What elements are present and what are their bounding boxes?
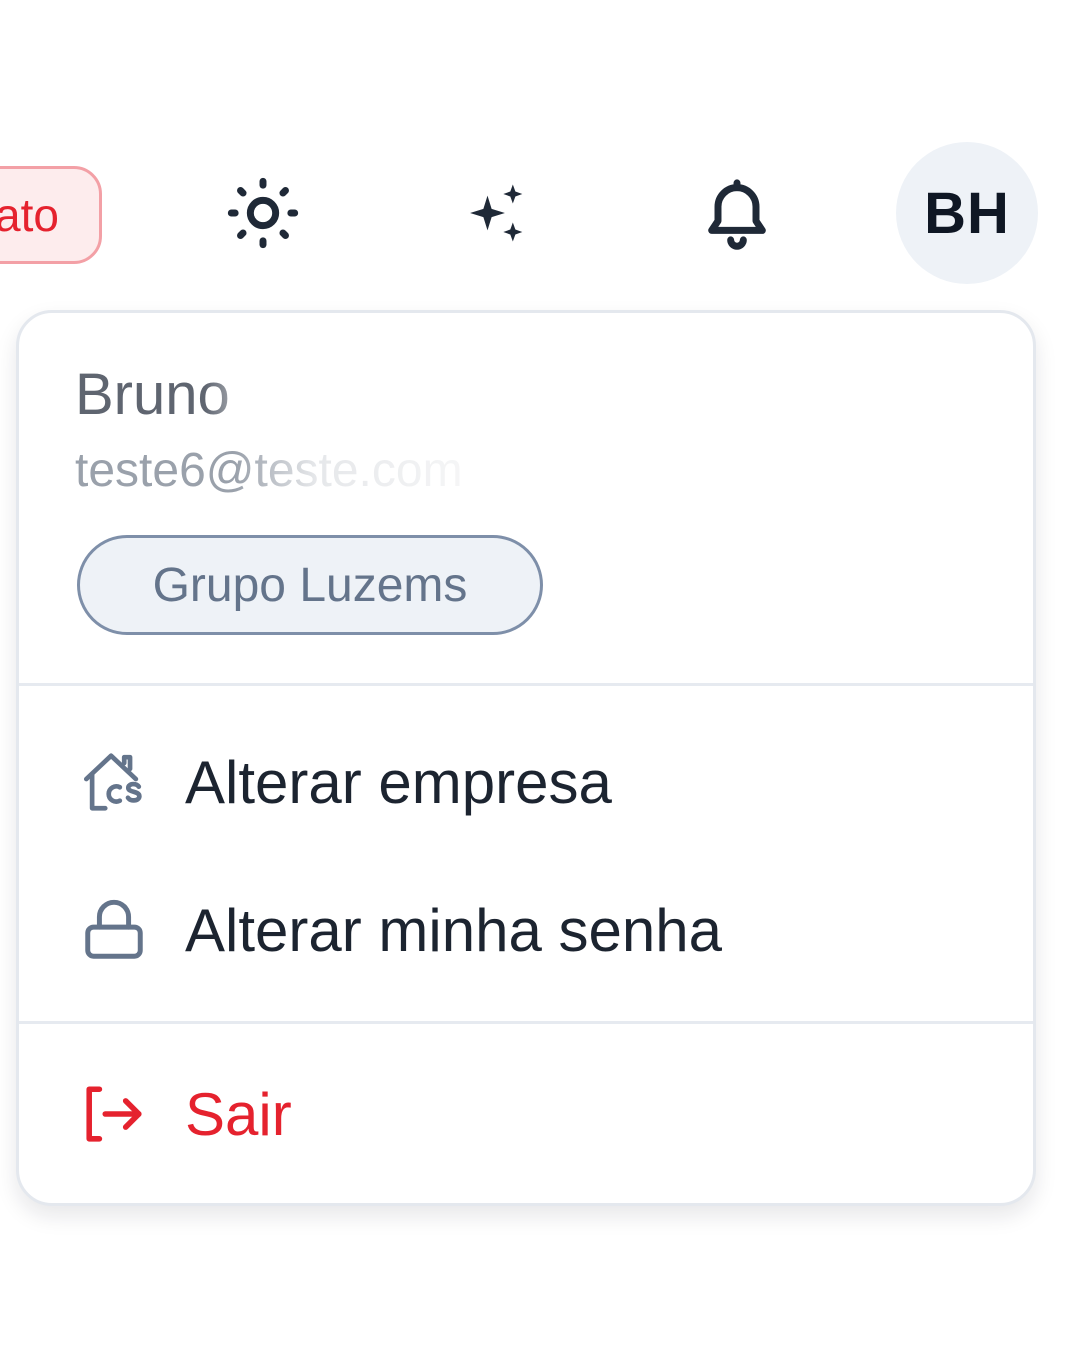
lock-icon	[79, 895, 149, 965]
ai-assistant-button[interactable]	[452, 170, 542, 260]
logout-label: Sair	[185, 1080, 292, 1148]
sun-icon	[225, 175, 301, 256]
status-badge[interactable]: ato	[0, 166, 102, 264]
sparkles-icon	[459, 175, 535, 256]
bell-icon	[699, 175, 775, 256]
user-name: Bruno	[75, 362, 230, 427]
change-company-menu-item[interactable]: Alterar empresa	[19, 717, 1033, 847]
top-bar: ato BH	[0, 0, 1080, 300]
menu-divider	[19, 683, 1033, 686]
user-info: Bruno teste6@teste.com Grupo Luzems	[19, 313, 1033, 685]
change-company-label: Alterar empresa	[185, 748, 612, 816]
theme-toggle-button[interactable]	[218, 170, 308, 260]
company-switch-icon	[79, 747, 149, 817]
company-badge: Grupo Luzems	[77, 535, 543, 635]
logout-icon	[79, 1079, 149, 1149]
notifications-button[interactable]	[692, 170, 782, 260]
user-avatar-button[interactable]: BH	[896, 142, 1038, 284]
user-email: teste6@teste.com	[75, 444, 463, 497]
user-menu-dropdown: Bruno teste6@teste.com Grupo Luzems Alte…	[16, 310, 1036, 1206]
change-password-label: Alterar minha senha	[185, 896, 722, 964]
menu-divider	[19, 1021, 1033, 1024]
change-password-menu-item[interactable]: Alterar minha senha	[19, 865, 1033, 995]
logout-menu-item[interactable]: Sair	[19, 1049, 1033, 1179]
